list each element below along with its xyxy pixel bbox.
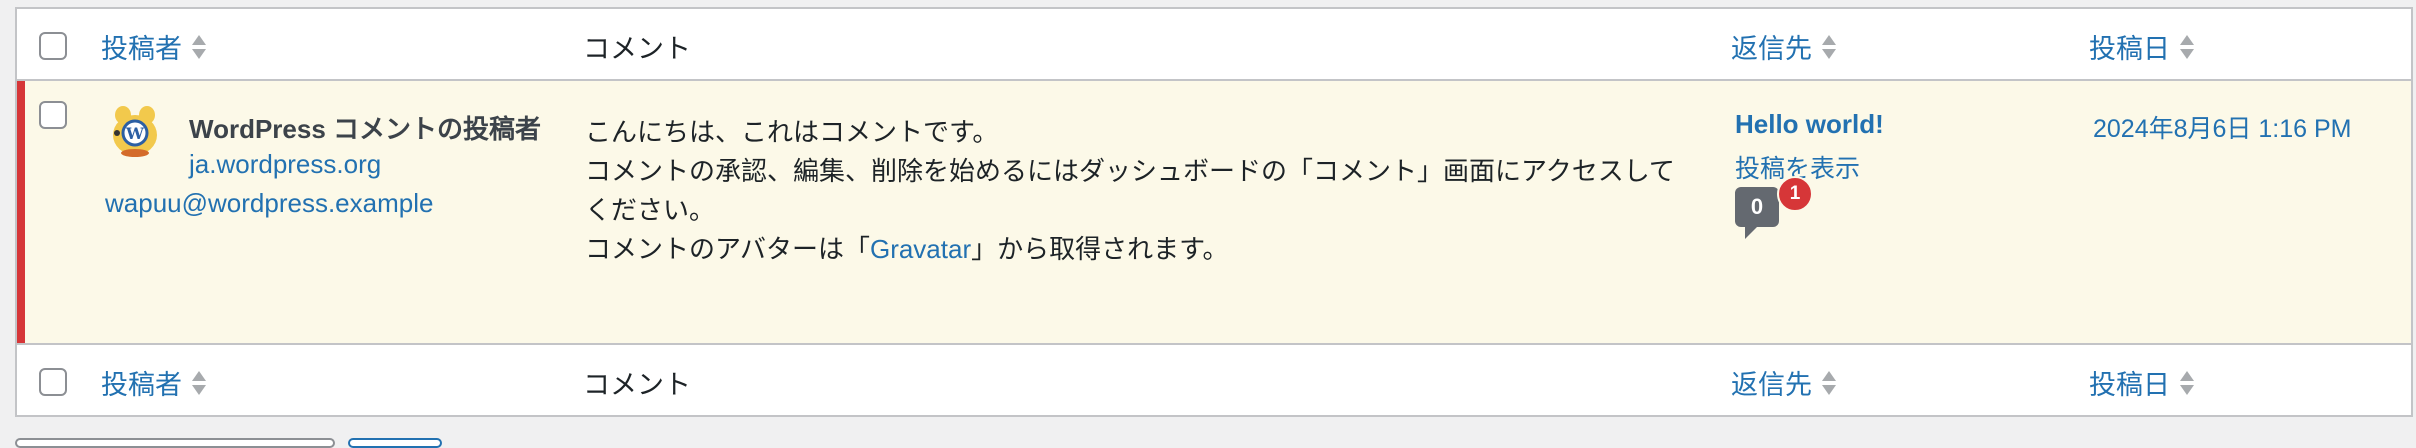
response-post-title[interactable]: Hello world! [1735,109,1884,140]
column-date-sort[interactable]: 投稿日 [2089,27,2194,66]
column-comment: コメント [583,27,691,66]
column-author-sort[interactable]: 投稿者 [101,363,206,402]
unapproved-indicator [17,81,25,343]
comment-date[interactable]: 2024年8月6日 1:16 PM [2093,109,2351,145]
sort-icon [192,34,206,59]
comments-table: 投稿者 コメント 返信先 投稿日 W WordPress コメントの投稿者 ja… [15,7,2413,417]
wapuu-avatar: W [113,106,157,157]
pending-count: 1 [1789,183,1801,204]
comment-bubble-icon[interactable]: 0 [1735,187,1779,239]
table-header: 投稿者 コメント 返信先 投稿日 [17,9,2411,81]
column-response-label: 返信先 [1731,370,1812,400]
select-all-checkbox[interactable] [39,368,67,396]
column-response-label: 返信先 [1731,34,1812,64]
column-response-sort[interactable]: 返信先 [1731,363,1836,402]
column-author-sort[interactable]: 投稿者 [101,27,206,66]
comment-line: こんにちは、これはコメントです。 [585,117,999,147]
apply-button[interactable] [348,438,442,448]
column-author-label: 投稿者 [101,34,182,64]
approved-count: 0 [1750,194,1764,219]
comment-line: コメントのアバターは「Gravatar」から取得されます。 [585,230,1685,269]
gravatar-link[interactable]: Gravatar [870,234,971,264]
table-row: W WordPress コメントの投稿者 ja.wordpress.org wa… [17,81,2411,343]
comment-text: こんにちは、これはコメントです。 コメントの承認、編集、削除を始めるにはダッシュ… [585,113,1685,269]
comment-author-email[interactable]: wapuu@wordpress.example [105,188,433,219]
comment-text-fragment: 」から取得されます。 [971,234,1229,264]
row-checkbox[interactable] [39,101,67,129]
column-comment-label: コメント [583,370,691,400]
column-response-sort[interactable]: 返信先 [1731,27,1836,66]
bulk-action-select[interactable] [15,438,335,448]
sort-icon [2180,370,2194,395]
column-comment-label: コメント [583,34,691,64]
comment-author-name: WordPress コメントの投稿者 [189,114,542,144]
sort-icon [1822,34,1836,59]
column-comment: コメント [583,363,691,402]
column-date-label: 投稿日 [2089,34,2170,64]
sort-icon [1822,370,1836,395]
svg-text:W: W [125,124,145,143]
column-date-label: 投稿日 [2089,370,2170,400]
comment-author-url[interactable]: ja.wordpress.org [189,149,381,180]
comment-line: コメントの承認、編集、削除を始めるにはダッシュボードの「コメント」画面にアクセス… [585,156,1675,225]
select-all-checkbox[interactable] [39,32,67,60]
sort-icon [2180,34,2194,59]
comment-text-fragment: コメントのアバターは「 [585,234,870,264]
column-date-sort[interactable]: 投稿日 [2089,363,2194,402]
column-author-label: 投稿者 [101,370,182,400]
pending-count-badge: 1 [1777,176,1813,212]
table-footer: 投稿者 コメント 返信先 投稿日 [17,343,2411,415]
sort-icon [192,370,206,395]
